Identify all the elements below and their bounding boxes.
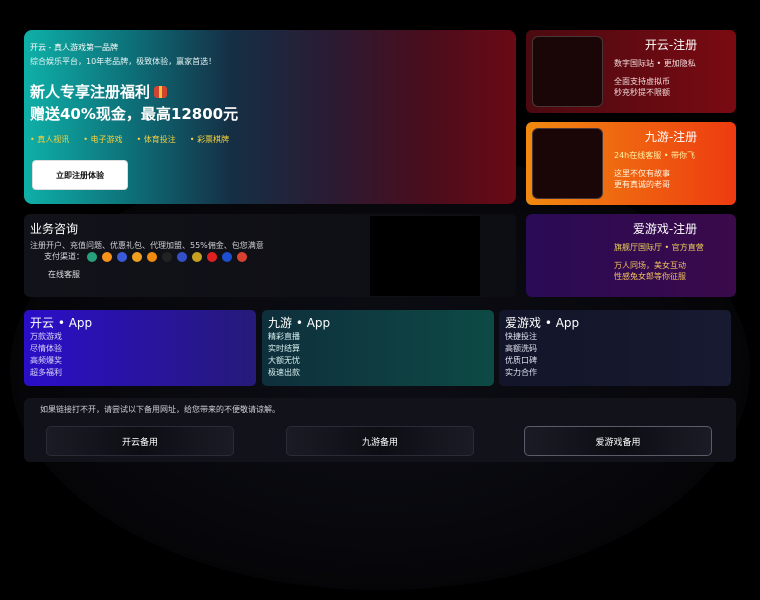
app-card-aiyouxi[interactable]: 爱游戏 • App 快捷投注 高额洗码 优质口碑 实力合作 xyxy=(499,310,731,386)
app-feature: 极速出款 xyxy=(268,368,300,377)
payment-coin-icon xyxy=(237,251,247,262)
gift-icon xyxy=(154,85,168,98)
card-thumbnail xyxy=(532,36,603,107)
card-line: 更有真诚的老哥 xyxy=(614,180,670,189)
app-title: 爱游戏 • App xyxy=(505,316,580,330)
backup-link-aiyouxi[interactable]: 爱游戏备用 xyxy=(524,426,712,456)
card-tag: 数字国际站 • 更加隐私 xyxy=(614,59,696,68)
side-card-jiuyou[interactable]: 九游-注册 24h在线客服 • 带你飞 这里不仅有故事 更有真诚的老哥 xyxy=(526,122,736,205)
app-feature: 大额无忧 xyxy=(268,356,300,365)
payment-coin-icon xyxy=(222,251,232,262)
hero-brand: 开云 - 真人游戏第一品牌 xyxy=(30,43,118,52)
payment-coin-icon xyxy=(192,251,202,262)
side-card-kaiyun[interactable]: 开云-注册 数字国际站 • 更加隐私 全面支持虚拟币 秒充秒提不限额 xyxy=(526,30,736,113)
feature-item: 真人视讯 xyxy=(30,134,69,145)
payment-coin-icon xyxy=(147,251,157,262)
payment-coin-icon xyxy=(87,251,97,262)
card-line: 秒充秒提不限额 xyxy=(614,88,670,97)
card-tag: 旗舰厅国际厅 • 官方直营 xyxy=(614,243,704,252)
backup-links-panel: 如果链接打不开，请尝试以下备用网址，给您带来的不便敬请谅解。 开云备用 九游备用… xyxy=(24,398,736,462)
payment-channels: 支付渠道： xyxy=(44,251,247,262)
payment-coin-icon xyxy=(207,251,217,262)
card-line: 全面支持虚拟币 xyxy=(614,77,670,86)
app-feature: 万款游戏 xyxy=(30,332,62,341)
hero-subtitle: 综合娱乐平台，10年老品牌，极致体验，赢家首选！ xyxy=(30,57,217,66)
payment-coin-icon xyxy=(132,251,142,262)
card-title: 九游-注册 xyxy=(644,130,698,144)
hero-headline-1: 新人专享注册福利 xyxy=(30,81,510,102)
app-feature: 实时结算 xyxy=(268,344,300,353)
feature-item: 电子游戏 xyxy=(83,134,123,145)
payment-label: 支付渠道： xyxy=(44,252,84,261)
hero-headline-2: 赠送40%现金，最高12800元 xyxy=(30,105,239,123)
hero-banner: 开云 - 真人游戏第一品牌 综合娱乐平台，10年老品牌，极致体验，赢家首选！ 新… xyxy=(24,30,516,204)
card-title: 开云-注册 xyxy=(644,38,698,52)
payment-coin-icon xyxy=(117,251,127,262)
card-title: 爱游戏-注册 xyxy=(632,222,698,236)
app-feature: 高频爆奖 xyxy=(30,356,62,365)
app-feature: 高额洗码 xyxy=(505,344,537,353)
backup-note: 如果链接打不开，请尝试以下备用网址，给您带来的不便敬请谅解。 xyxy=(40,405,280,414)
backup-link-kaiyun[interactable]: 开云备用 xyxy=(46,426,234,456)
app-feature: 实力合作 xyxy=(505,368,537,377)
backup-link-jiuyou[interactable]: 九游备用 xyxy=(286,426,474,456)
app-feature: 优质口碑 xyxy=(505,356,537,365)
app-title: 开云 • App xyxy=(30,316,93,330)
card-line: 性感兔女郎等你征服 xyxy=(614,272,686,281)
register-button[interactable]: 立即注册体验 xyxy=(33,161,127,189)
card-line: 这里不仅有故事 xyxy=(614,169,670,178)
app-feature: 超多福利 xyxy=(30,368,62,377)
card-thumbnail xyxy=(532,128,603,199)
app-feature: 精彩直播 xyxy=(268,332,300,341)
feature-item: 彩票棋牌 xyxy=(190,134,229,145)
payment-coin-icon xyxy=(162,251,172,262)
app-title: 九游 • App xyxy=(268,316,331,330)
payment-coin-icon xyxy=(102,251,112,262)
hero-headline-text: 新人专享注册福利 xyxy=(30,83,151,101)
app-card-jiuyou[interactable]: 九游 • App 精彩直播 实时结算 大额无忧 极速出款 xyxy=(262,310,494,386)
payment-coin-icon xyxy=(177,251,187,262)
app-feature: 尽情体验 xyxy=(30,344,62,353)
app-card-kaiyun[interactable]: 开云 • App 万款游戏 尽情体验 高频爆奖 超多福利 xyxy=(24,310,256,386)
hero-features: 真人视讯 电子游戏 体育投注 彩票棋牌 xyxy=(30,134,510,145)
card-line: 万人同场，美女互动 xyxy=(614,261,686,270)
feature-item: 体育投注 xyxy=(137,134,176,145)
side-card-aiyouxi[interactable]: 爱游戏-注册 旗舰厅国际厅 • 官方直营 万人同场，美女互动 性感兔女郎等你征服 xyxy=(526,214,736,297)
card-tag: 24h在线客服 • 带你飞 xyxy=(614,151,696,160)
qr-placeholder xyxy=(370,216,480,296)
payment-icons xyxy=(87,251,247,262)
online-service-link[interactable]: 在线客服 xyxy=(48,269,80,280)
app-feature: 快捷投注 xyxy=(505,332,537,341)
